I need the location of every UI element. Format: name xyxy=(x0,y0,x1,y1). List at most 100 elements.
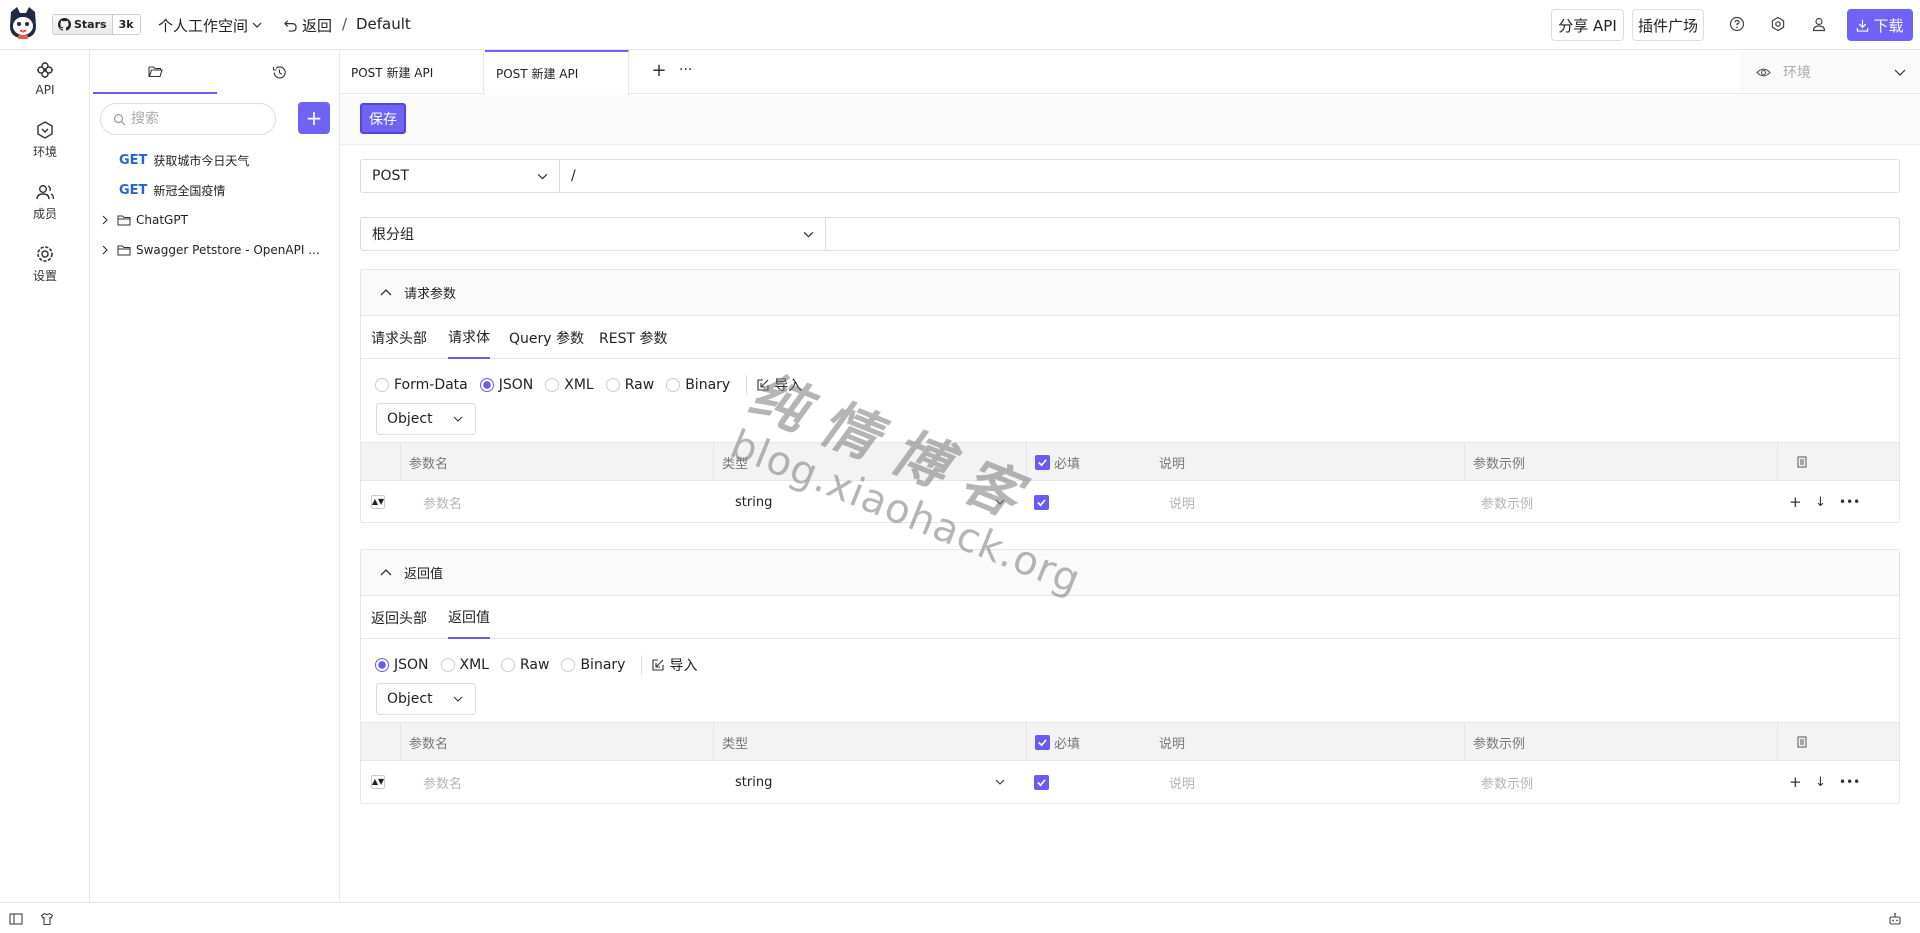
nav-label-api: API xyxy=(35,82,55,97)
param-desc-input[interactable]: 说明 xyxy=(1169,482,1195,522)
table-row: ▲▼ 参数名 string 说明 参数示例 + ↓ ••• xyxy=(361,482,1899,522)
required-all-checkbox[interactable] xyxy=(1035,734,1050,750)
save-bar: 保存 xyxy=(340,95,1920,145)
workspace-selector[interactable]: 个人工作空间 xyxy=(158,13,262,37)
request-tab[interactable]: POST 新建 API xyxy=(340,50,484,94)
radio-xml[interactable]: XML xyxy=(440,657,489,673)
chevron-down-icon xyxy=(995,497,1005,507)
param-example-input[interactable]: 参数示例 xyxy=(1481,482,1533,522)
api-name-input[interactable] xyxy=(826,218,1899,250)
param-name-input[interactable]: 参数名 xyxy=(423,482,462,522)
share-api-button[interactable]: 分享 API xyxy=(1551,9,1624,41)
root-type-value: Object xyxy=(387,691,433,707)
radio-form-data[interactable]: Form-Data xyxy=(375,377,468,393)
params-table-header: 参数名 类型 必填 说明 参数示例 xyxy=(361,442,1899,481)
radio-json[interactable]: JSON xyxy=(375,657,429,673)
nav-item-api[interactable]: API xyxy=(0,50,90,106)
app-logo-icon[interactable] xyxy=(8,6,38,40)
group-select[interactable]: 根分组 xyxy=(361,218,826,250)
robot-icon[interactable] xyxy=(1888,912,1902,926)
param-type-select[interactable]: string xyxy=(735,762,1015,802)
plugin-market-button[interactable]: 插件广场 xyxy=(1632,9,1704,41)
method-select[interactable]: POST xyxy=(361,160,560,192)
request-tabs: POST 新建 API POST 新建 API + ··· 环境 xyxy=(340,50,1920,95)
tab-response-headers[interactable]: 返回头部 xyxy=(371,596,427,639)
chevron-right-icon[interactable] xyxy=(100,215,110,225)
param-type-select[interactable]: string xyxy=(735,482,1015,522)
breadcrumb-project[interactable]: Default xyxy=(356,15,411,33)
help-icon[interactable] xyxy=(1729,16,1745,32)
download-button[interactable]: 下载 xyxy=(1847,9,1913,41)
root-type-select[interactable]: Object xyxy=(376,403,476,435)
nav-item-members[interactable]: 成员 xyxy=(0,174,90,230)
tree-item-api[interactable]: GET 新冠全国疫情 xyxy=(90,177,340,203)
chevron-down-icon xyxy=(995,777,1005,787)
list-icon[interactable] xyxy=(1796,736,1808,748)
eye-icon[interactable] xyxy=(1756,65,1771,80)
tree-item-api[interactable]: GET 获取城市今日天气 xyxy=(90,147,340,173)
required-checkbox[interactable] xyxy=(1034,494,1049,510)
radio-raw[interactable]: Raw xyxy=(501,657,549,673)
add-api-button[interactable]: + xyxy=(298,102,330,134)
radio-xml[interactable]: XML xyxy=(545,377,594,393)
breadcrumb-separator: / xyxy=(342,15,348,33)
response-subtabs: 返回头部 返回值 xyxy=(361,596,1899,639)
environment-icon xyxy=(35,120,55,140)
param-example-input[interactable]: 参数示例 xyxy=(1481,762,1533,802)
tab-response-body[interactable]: 返回值 xyxy=(448,596,490,639)
list-icon[interactable] xyxy=(1796,456,1808,468)
arrow-down-icon[interactable]: ↓ xyxy=(1815,482,1826,522)
import-icon xyxy=(652,659,665,671)
nav-item-settings[interactable]: 设置 xyxy=(0,236,90,292)
search-input[interactable] xyxy=(131,111,261,127)
tab-rest-params[interactable]: REST 参数 xyxy=(599,316,667,359)
chevron-down-icon xyxy=(453,694,463,704)
reorder-handle[interactable]: ▲▼ xyxy=(371,495,385,509)
github-stars-badge[interactable]: Stars 3k xyxy=(52,14,141,35)
tree-item-folder[interactable]: ChatGPT xyxy=(90,207,340,233)
save-button[interactable]: 保存 xyxy=(360,103,406,134)
required-checkbox[interactable] xyxy=(1034,774,1049,790)
radio-json[interactable]: JSON xyxy=(479,377,533,393)
request-tab-active[interactable]: POST 新建 API xyxy=(485,50,629,95)
chevron-right-icon[interactable] xyxy=(100,245,110,255)
url-input[interactable]: / xyxy=(571,168,576,184)
radio-binary[interactable]: Binary xyxy=(561,657,625,673)
shirt-icon[interactable] xyxy=(40,912,54,926)
more-icon[interactable]: ••• xyxy=(1839,762,1860,802)
reorder-handle[interactable]: ▲▼ xyxy=(371,775,385,789)
radio-raw[interactable]: Raw xyxy=(605,377,654,393)
tab-request-headers[interactable]: 请求头部 xyxy=(371,316,427,359)
nav-item-environment[interactable]: 环境 xyxy=(0,112,90,168)
back-button[interactable]: 返回 xyxy=(284,13,332,37)
tab-query-params[interactable]: Query 参数 xyxy=(509,316,584,359)
more-tabs-button[interactable]: ··· xyxy=(679,62,692,78)
add-row-icon[interactable]: + xyxy=(1789,482,1802,522)
search-box[interactable] xyxy=(100,103,276,135)
import-button[interactable]: 导入 xyxy=(641,655,697,675)
environment-selector[interactable]: 环境 xyxy=(1740,52,1920,92)
add-row-icon[interactable]: + xyxy=(1789,762,1802,802)
settings-icon[interactable] xyxy=(1770,16,1786,32)
folder-icon xyxy=(117,243,131,257)
search-icon xyxy=(113,113,126,126)
response-header[interactable]: 返回值 xyxy=(361,550,1899,596)
user-icon[interactable] xyxy=(1811,16,1827,32)
radio-binary[interactable]: Binary xyxy=(666,377,730,393)
param-name-input[interactable]: 参数名 xyxy=(423,762,462,802)
tree-item-folder[interactable]: Swagger Petstore - OpenAPI ... xyxy=(90,237,340,263)
sidebar-toggle-icon[interactable] xyxy=(9,912,23,926)
required-all-checkbox[interactable] xyxy=(1035,454,1050,470)
status-bar xyxy=(0,902,1920,933)
tab-request-body[interactable]: 请求体 xyxy=(448,316,490,359)
request-params-header[interactable]: 请求参数 xyxy=(361,270,1899,316)
tab-history[interactable] xyxy=(217,50,341,94)
environment-placeholder: 环境 xyxy=(1783,65,1811,81)
tab-api-tree[interactable] xyxy=(93,50,217,94)
arrow-down-icon[interactable]: ↓ xyxy=(1815,762,1826,802)
root-type-select[interactable]: Object xyxy=(376,683,476,715)
more-icon[interactable]: ••• xyxy=(1839,482,1860,522)
param-desc-input[interactable]: 说明 xyxy=(1169,762,1195,802)
add-tab-button[interactable]: + xyxy=(650,62,668,80)
import-button[interactable]: 导入 xyxy=(746,375,802,395)
